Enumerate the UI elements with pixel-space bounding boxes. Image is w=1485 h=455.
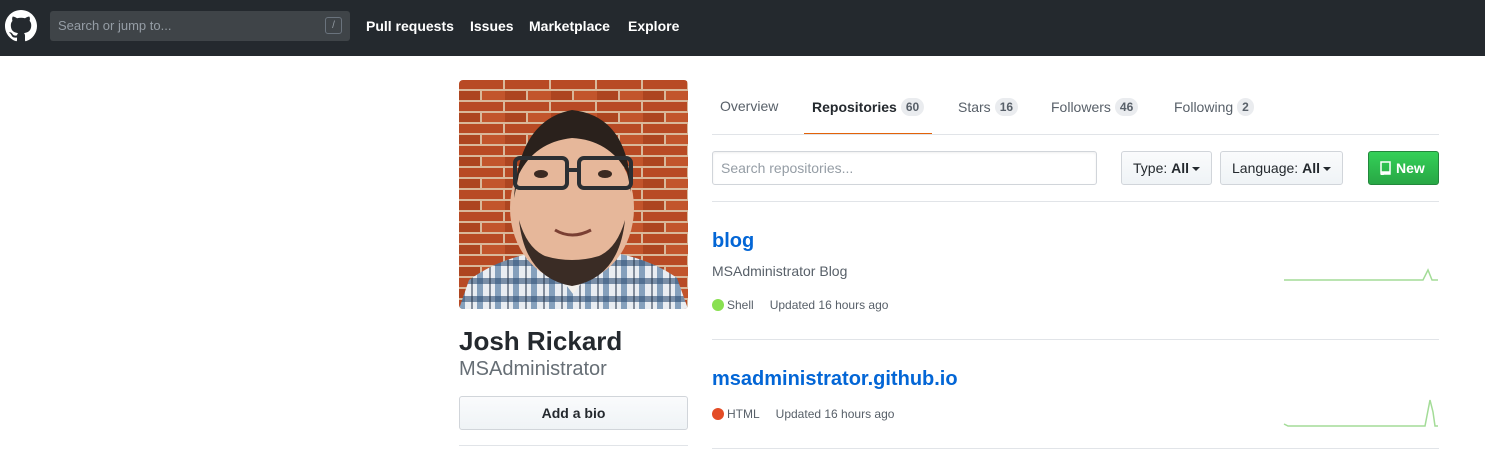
add-bio-button[interactable]: Add a bio <box>459 396 688 430</box>
tab-repositories-label: Repositories <box>812 99 897 115</box>
repo-meta: Shell Updated 16 hours ago <box>712 298 888 312</box>
new-button-label: New <box>1396 160 1425 176</box>
chevron-down-icon <box>1322 167 1331 171</box>
tab-stars-label: Stars <box>958 99 991 115</box>
tab-following[interactable]: Following 2 <box>1174 98 1254 134</box>
repositories-count-badge: 60 <box>900 98 925 116</box>
nav-issues[interactable]: Issues <box>470 18 514 34</box>
repo-divider <box>712 448 1439 449</box>
chevron-down-icon <box>1192 167 1201 171</box>
stars-count-badge: 16 <box>994 98 1019 116</box>
type-filter-dropdown[interactable]: Type: All <box>1121 151 1213 185</box>
repo-book-icon <box>1380 161 1391 175</box>
tabs-divider <box>712 134 1439 135</box>
avatar-image <box>459 80 688 309</box>
language-filter-dropdown[interactable]: Language: All <box>1220 151 1343 185</box>
global-search-input[interactable]: Search or jump to... / <box>50 11 350 41</box>
github-logo-icon[interactable] <box>5 10 37 42</box>
repo-language: HTML <box>727 407 760 421</box>
nav-marketplace[interactable]: Marketplace <box>529 18 610 34</box>
profile-name: Josh Rickard <box>459 326 623 356</box>
repository-search-placeholder: Search repositories... <box>721 160 854 176</box>
type-filter-value: All <box>1171 160 1190 176</box>
language-color-dot <box>712 299 724 311</box>
repo-language: Shell <box>727 298 754 312</box>
repo-description: MSAdministrator Blog <box>712 263 848 279</box>
activity-sparkline <box>1284 268 1438 281</box>
followers-count-badge: 46 <box>1114 98 1139 116</box>
tab-stars[interactable]: Stars 16 <box>958 98 1019 134</box>
tab-overview[interactable]: Overview <box>720 98 778 134</box>
tab-followers-label: Followers <box>1051 99 1111 115</box>
repo-meta: HTML Updated 16 hours ago <box>712 407 894 421</box>
tab-overview-label: Overview <box>720 98 779 114</box>
filters-divider <box>712 201 1439 202</box>
nav-pull-requests[interactable]: Pull requests <box>366 18 454 34</box>
sidebar-divider <box>459 445 688 446</box>
avatar[interactable] <box>459 80 688 309</box>
profile-username: MSAdministrator <box>459 358 607 380</box>
tab-repositories[interactable]: Repositories 60 <box>803 98 933 135</box>
header-bar: Search or jump to... / Pull requests Iss… <box>0 0 1485 56</box>
repository-search-input[interactable]: Search repositories... <box>712 151 1097 185</box>
nav-explore[interactable]: Explore <box>628 18 679 34</box>
type-filter-label: Type: <box>1133 160 1168 176</box>
repo-name-link[interactable]: msadministrator.github.io <box>712 368 958 391</box>
new-repository-button[interactable]: New <box>1368 151 1439 185</box>
language-filter-value: All <box>1302 160 1320 176</box>
repo-updated: Updated 16 hours ago <box>769 298 889 312</box>
repo-divider <box>712 339 1439 340</box>
repo-name-link[interactable]: blog <box>712 230 754 253</box>
search-shortcut-key: / <box>325 17 342 34</box>
activity-sparkline <box>1283 399 1438 427</box>
tab-following-label: Following <box>1174 99 1234 115</box>
tab-followers[interactable]: Followers 46 <box>1051 98 1139 134</box>
following-count-badge: 2 <box>1237 98 1254 116</box>
search-placeholder: Search or jump to... <box>58 18 172 33</box>
repo-updated: Updated 16 hours ago <box>775 407 895 421</box>
language-filter-label: Language: <box>1232 160 1299 176</box>
language-color-dot <box>712 408 724 420</box>
